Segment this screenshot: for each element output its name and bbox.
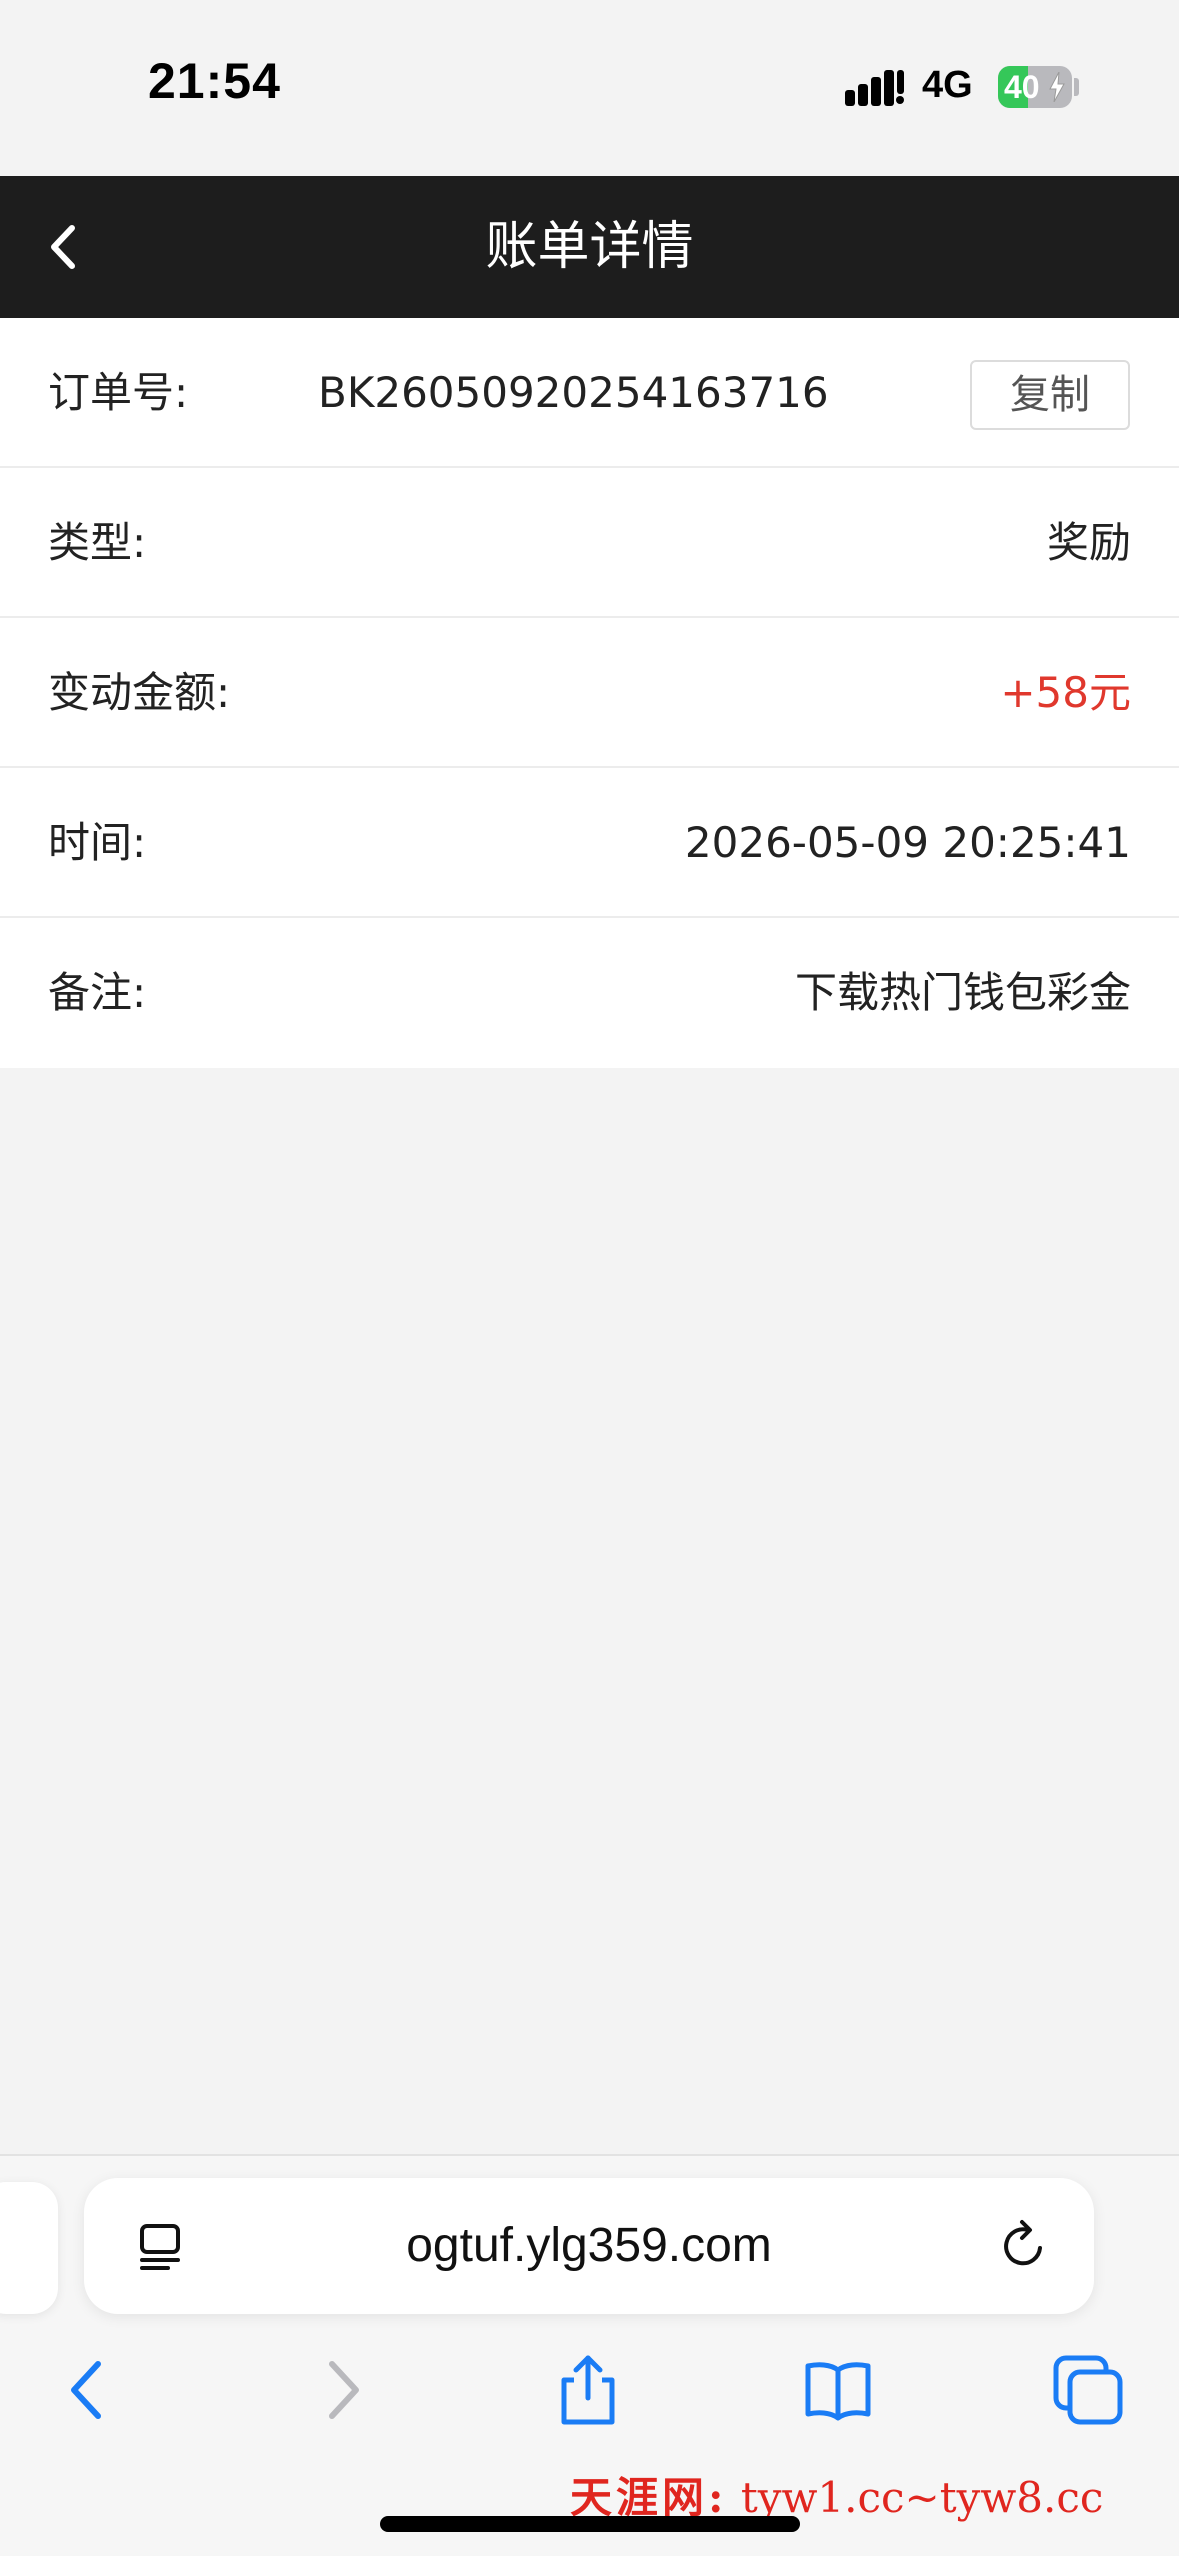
order-label: 订单号: (48, 368, 189, 417)
previous-tab-peek[interactable] (0, 2182, 58, 2314)
forward-icon[interactable] (304, 2352, 380, 2428)
order-row: 订单号: BK2605092025416371​6 复制 (0, 318, 1179, 468)
charging-bolt-icon (1049, 72, 1065, 102)
reload-icon[interactable] (996, 2218, 1052, 2274)
status-bar: 21:54 4G 40 (0, 0, 1179, 176)
note-value: 下载热门钱包彩金 (794, 968, 1131, 1017)
time-row: 时间: 2026-05-09 20:25:41 (0, 768, 1179, 918)
back-icon[interactable] (50, 2352, 126, 2428)
signal-icon (845, 70, 904, 106)
back-button[interactable] (30, 212, 100, 282)
amount-row: 变动金额: +58元 (0, 618, 1179, 768)
time-label: 时间: (48, 818, 147, 867)
nav-bar: 账单详情 (0, 176, 1179, 318)
type-value: 奖励 (1046, 518, 1131, 567)
battery-level: 40 (1004, 69, 1040, 105)
battery-cap (1074, 78, 1079, 96)
note-label: 备注: (48, 968, 147, 1017)
status-time: 21:54 (148, 53, 281, 109)
network-label: 4G (922, 64, 973, 106)
home-indicator (380, 2516, 800, 2532)
note-row: 备注: 下载热门钱包彩金 (0, 918, 1179, 1068)
copy-button[interactable]: 复制 (970, 360, 1130, 430)
watermark: 天涯网: tyw1.cc~tyw8.cc (570, 2464, 1104, 2522)
page-title: 账单详情 (485, 217, 694, 277)
battery-icon: 40 (998, 66, 1072, 108)
type-row: 类型: 奖励 (0, 468, 1179, 618)
amount-value: +58元 (1000, 668, 1131, 717)
watermark-cn: 天涯网: (570, 2473, 728, 2522)
tabs-icon[interactable] (1050, 2352, 1126, 2428)
type-label: 类型: (48, 518, 147, 567)
reader-icon[interactable] (134, 2218, 190, 2274)
amount-label: 变动金额: (48, 668, 231, 717)
address-bar[interactable]: ogtuf.ylg359.com (84, 2178, 1094, 2314)
share-icon[interactable] (550, 2352, 626, 2428)
order-number: BK2605092025416371​6 (318, 368, 829, 417)
url-text[interactable]: ogtuf.ylg359.com (84, 2178, 1094, 2314)
bill-details: 订单号: BK2605092025416371​6 复制 类型: 奖励 变动金额… (0, 318, 1179, 1068)
chevron-left-icon (51, 225, 75, 269)
time-value: 2026-05-09 20:25:41 (684, 818, 1131, 867)
watermark-url: tyw1.cc~tyw8.cc (740, 2473, 1104, 2522)
bookmarks-icon[interactable] (800, 2352, 876, 2428)
